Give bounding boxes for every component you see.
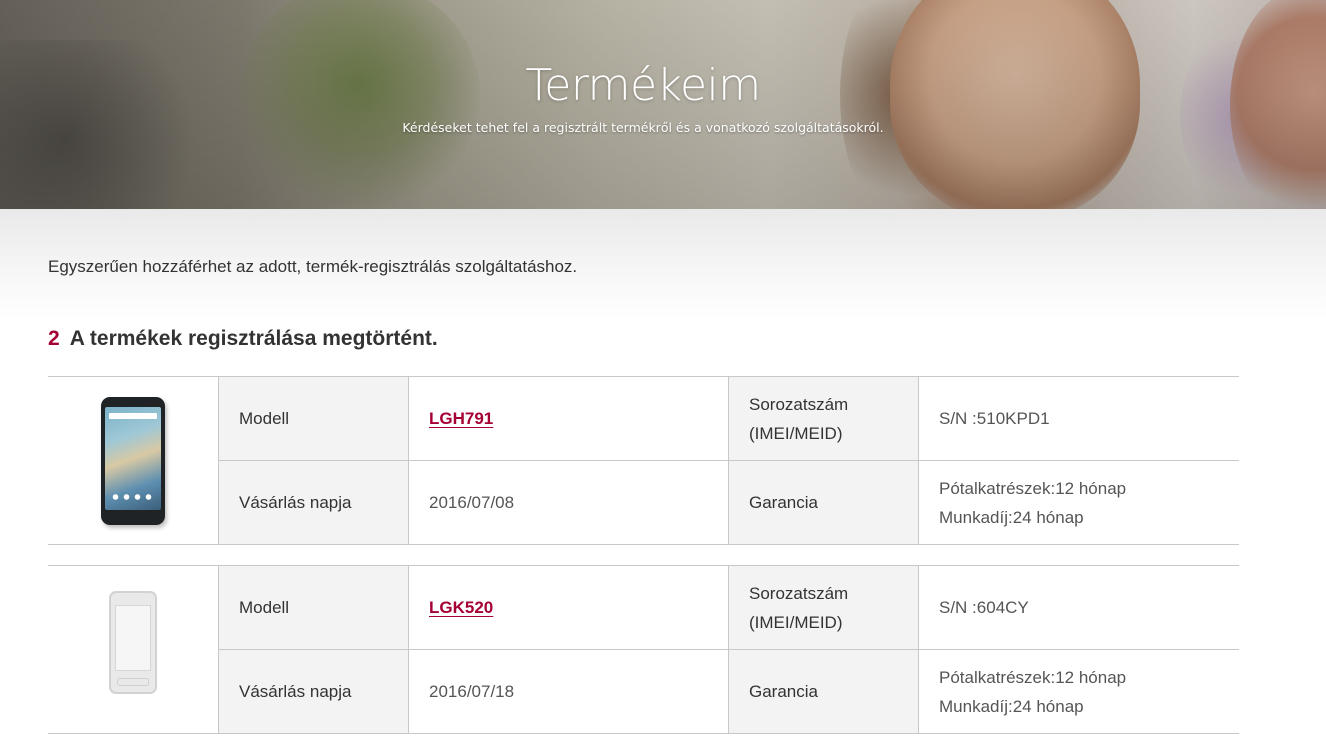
model-link[interactable]: LGK520 (429, 598, 493, 618)
purchase-date-value: 2016/07/08 (409, 461, 728, 544)
warranty-label: Garancia (729, 650, 918, 733)
purchase-date-label: Vásárlás napja (219, 461, 408, 544)
warranty-parts: Pótalkatrészek:12 hónap (939, 478, 1127, 498)
hero-banner: Termékeim Kérdéseket tehet fel a regiszt… (0, 0, 1326, 209)
product-image (48, 377, 218, 544)
registered-label: A termékek regisztrálása megtörtént. (69, 327, 438, 350)
serial-label: Sorozatszám (IMEI/MEID) (729, 566, 918, 649)
serial-label-line2: (IMEI/MEID) (749, 612, 843, 632)
page-title: Termékeim (525, 60, 761, 111)
warranty-label: Garancia (729, 461, 918, 544)
model-label: Modell (219, 377, 408, 460)
warranty-labor: Munkadíj:24 hónap (939, 696, 1084, 716)
intro-text: Egyszerűen hozzáférhet az adott, termék-… (48, 257, 578, 276)
phone-light-icon (109, 591, 157, 694)
purchase-date-value: 2016/07/18 (409, 650, 728, 733)
serial-label-line1: Sorozatszám (749, 394, 849, 414)
registered-count: 2 (48, 327, 60, 350)
model-value-cell: LGK520 (409, 566, 728, 649)
warranty-parts: Pótalkatrészek:12 hónap (939, 667, 1127, 687)
model-label: Modell (219, 566, 408, 649)
product-image (48, 566, 218, 733)
warranty-labor: Munkadíj:24 hónap (939, 507, 1084, 527)
warranty-value: Pótalkatrészek:12 hónap Munkadíj:24 hónap (919, 650, 1239, 733)
page-subtitle: Kérdéseket tehet fel a regisztrált termé… (402, 120, 884, 135)
purchase-date-label: Vásárlás napja (219, 650, 408, 733)
intro-band: Egyszerűen hozzáférhet az adott, termék-… (0, 209, 1326, 319)
product-card: Modell LGH791 Sorozatszám (IMEI/MEID) S/N… (48, 376, 1239, 545)
serial-label: Sorozatszám (IMEI/MEID) (729, 377, 918, 460)
phone-dark-icon (101, 397, 165, 525)
warranty-value: Pótalkatrészek:12 hónap Munkadíj:24 hónap (919, 461, 1239, 544)
model-link[interactable]: LGH791 (429, 409, 493, 429)
serial-value: S/N :510KPD1 (919, 377, 1239, 460)
serial-label-line1: Sorozatszám (749, 583, 849, 603)
serial-value: S/N :604CY (919, 566, 1239, 649)
registered-products-heading: 2 A termékek regisztrálása megtörtént. (48, 327, 438, 351)
model-value-cell: LGH791 (409, 377, 728, 460)
serial-label-line2: (IMEI/MEID) (749, 423, 843, 443)
product-card: Modell LGK520 Sorozatszám (IMEI/MEID) S/N… (48, 565, 1239, 734)
